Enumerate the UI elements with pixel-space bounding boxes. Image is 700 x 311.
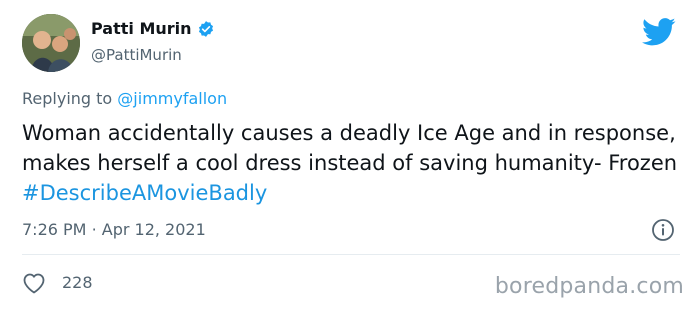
watermark: boredpanda.com bbox=[494, 274, 684, 299]
author-handle[interactable]: @PattiMurin bbox=[91, 46, 182, 64]
author-name[interactable]: Patti Murin bbox=[91, 19, 192, 38]
author-name-row: Patti Murin bbox=[91, 19, 215, 38]
hashtag-link[interactable]: #DescribeAMovieBadly bbox=[22, 181, 267, 205]
meta-separator: · bbox=[91, 220, 97, 239]
heart-icon[interactable] bbox=[22, 272, 46, 298]
info-icon[interactable] bbox=[651, 218, 675, 246]
reply-mention-link[interactable]: @jimmyfallon bbox=[117, 89, 227, 108]
reply-prefix: Replying to bbox=[22, 89, 113, 108]
tweet-timestamp[interactable]: 7:26 PM · Apr 12, 2021 bbox=[22, 220, 206, 239]
verified-badge-icon bbox=[197, 20, 215, 38]
divider bbox=[22, 254, 680, 255]
avatar[interactable] bbox=[22, 14, 80, 72]
tweet-text: Woman accidentally causes a deadly Ice A… bbox=[22, 118, 682, 208]
twitter-bird-icon[interactable] bbox=[642, 17, 676, 51]
tweet-date: Apr 12, 2021 bbox=[101, 220, 206, 239]
tweet-body: Woman accidentally causes a deadly Ice A… bbox=[22, 121, 678, 175]
tweet-time: 7:26 PM bbox=[22, 220, 87, 239]
like-count: 228 bbox=[62, 273, 93, 292]
reply-context: Replying to @jimmyfallon bbox=[22, 89, 227, 108]
